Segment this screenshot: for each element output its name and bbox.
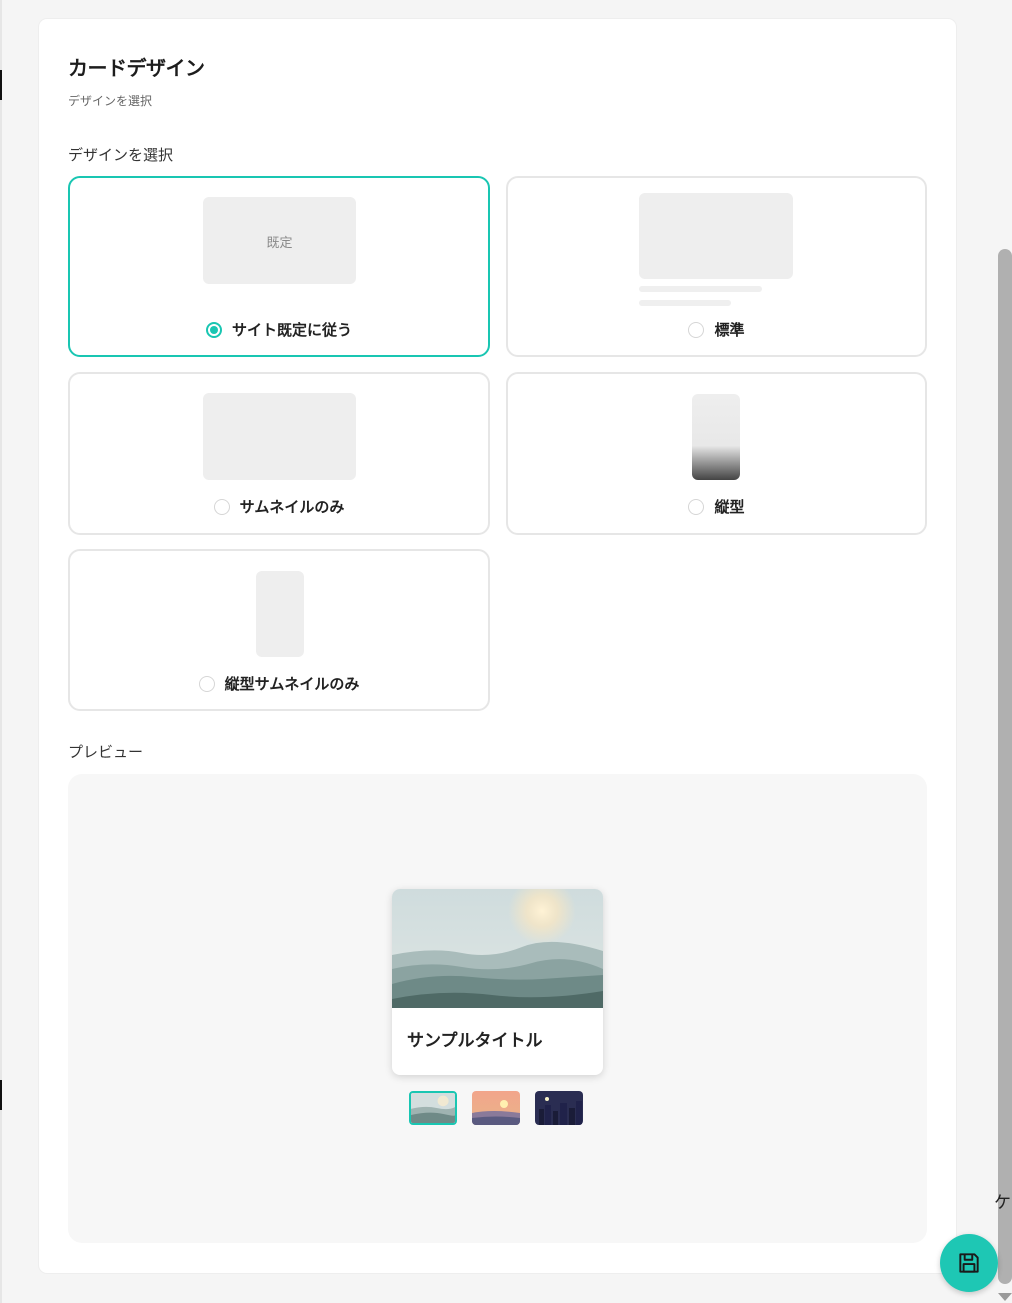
- design-thumb-default: 既定: [203, 197, 356, 284]
- design-option-thumbnail-only-label: サムネイルのみ: [70, 496, 488, 517]
- preview-card: サンプルタイトル: [392, 889, 603, 1075]
- preview-card-title: サンプルタイトル: [407, 1031, 543, 1051]
- design-option-vertical-thumbnail-only-label: 縦型サムネイルのみ: [70, 673, 488, 694]
- preview-card-image: [392, 889, 603, 1008]
- design-option-label-text: サムネイルのみ: [239, 498, 345, 516]
- design-option-site-default[interactable]: 既定 サイト既定に従う: [68, 176, 490, 357]
- design-option-label-text: 縦型: [714, 498, 745, 516]
- preview-area: サンプルタイトル: [68, 774, 927, 1243]
- card-design-panel: カードデザイン デザインを選択 デザインを選択 既定 サイト既定に従う 標準 サ…: [39, 19, 956, 1273]
- scrollbar[interactable]: [998, 249, 1012, 1284]
- design-thumb-thumbnail-only: [203, 393, 356, 480]
- design-thumb-vertical: [692, 394, 740, 480]
- design-option-site-default-label: サイト既定に従う: [70, 319, 488, 340]
- panel-title: カードデザイン: [68, 56, 205, 80]
- design-option-vertical[interactable]: 縦型: [506, 372, 927, 535]
- design-option-label-text: 縦型サムネイルのみ: [224, 675, 360, 693]
- design-option-label-text: サイト既定に従う: [231, 321, 352, 339]
- design-option-standard-label: 標準: [508, 319, 925, 340]
- design-thumb-line: [639, 300, 731, 306]
- theme-swatch-sunset[interactable]: [472, 1091, 520, 1125]
- design-section-label: デザインを選択: [68, 146, 174, 164]
- save-fab-button[interactable]: [940, 1234, 998, 1292]
- design-option-vertical-label: 縦型: [508, 496, 925, 517]
- radio-site-default[interactable]: [205, 322, 222, 338]
- radio-standard[interactable]: [688, 322, 705, 338]
- radio-vertical[interactable]: [688, 499, 705, 515]
- design-thumb-vertical-thumbnail-only: [256, 571, 304, 657]
- design-thumb-standard: [639, 193, 793, 279]
- scroll-down-arrow-icon[interactable]: [998, 1293, 1012, 1301]
- design-thumb-default-text: 既定: [266, 236, 293, 251]
- left-edge-mark: [0, 1080, 2, 1110]
- design-thumb-line: [639, 286, 762, 292]
- preview-section-label: プレビュー: [68, 743, 144, 761]
- theme-swatch-night-city[interactable]: [535, 1091, 583, 1125]
- radio-thumbnail-only[interactable]: [213, 499, 230, 515]
- theme-swatch-mountain[interactable]: [409, 1091, 457, 1125]
- design-option-label-text: 標準: [714, 321, 745, 339]
- design-option-vertical-thumbnail-only[interactable]: 縦型サムネイルのみ: [68, 549, 490, 711]
- design-option-thumbnail-only[interactable]: サムネイルのみ: [68, 372, 490, 535]
- left-edge-mark: [0, 70, 2, 100]
- panel-subtitle: デザインを選択: [68, 94, 153, 108]
- offscreen-text: ケ: [994, 1193, 1011, 1213]
- save-icon: [959, 1253, 979, 1273]
- design-option-standard[interactable]: 標準: [506, 176, 927, 357]
- radio-vertical-thumbnail-only[interactable]: [198, 676, 215, 692]
